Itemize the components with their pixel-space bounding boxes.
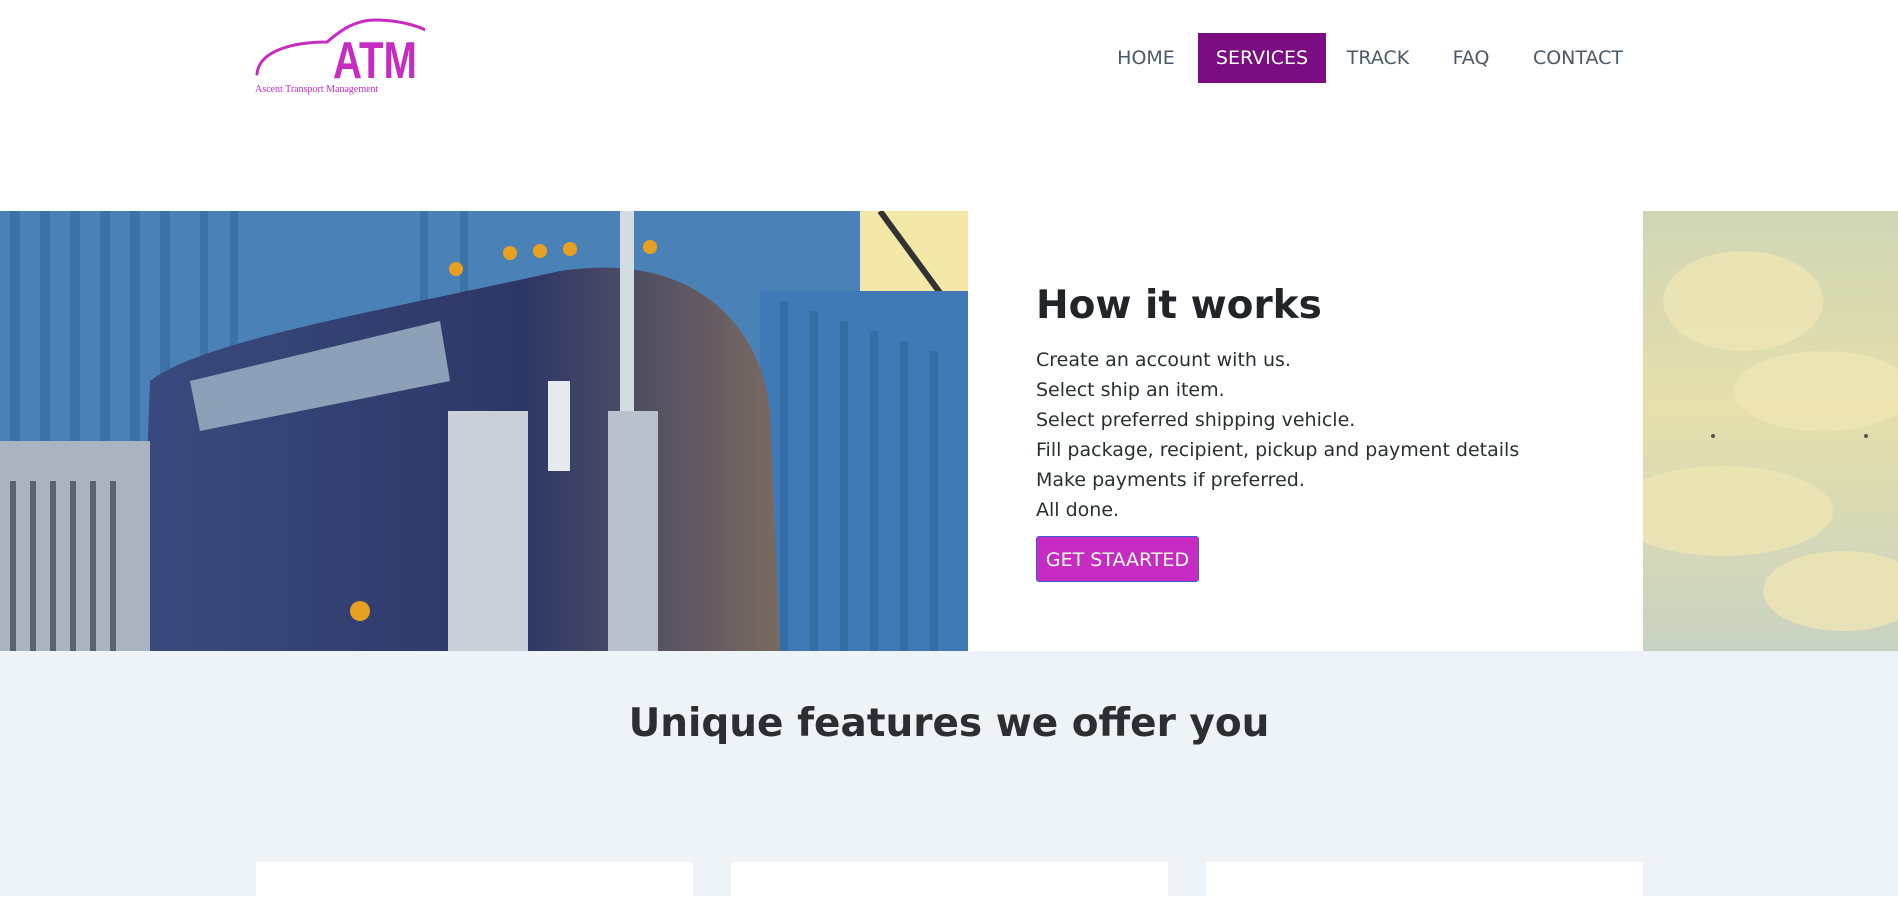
nav-services[interactable]: SERVICES [1198, 33, 1326, 83]
feature-card [256, 862, 693, 922]
how-it-works-section: How it works Create an account with us. … [0, 211, 1898, 651]
sky-photo [1643, 211, 1898, 651]
get-started-button[interactable]: GET STAARTED [1036, 536, 1199, 582]
step-item: Make payments if preferred. [1036, 469, 1305, 491]
nav-faq[interactable]: FAQ [1446, 33, 1496, 83]
feature-card [731, 862, 1168, 922]
nav-home[interactable]: HOME [1110, 33, 1182, 83]
how-it-works-content: How it works Create an account with us. … [1036, 281, 1596, 525]
step-item: Fill package, recipient, pickup and paym… [1036, 439, 1520, 461]
feature-card [1206, 862, 1643, 922]
step-item: Create an account with us. [1036, 349, 1291, 371]
steps-list: Create an account with us. Select ship a… [1036, 345, 1596, 525]
nav-track[interactable]: TRACK [1344, 33, 1412, 83]
features-title: Unique features we offer you [628, 701, 1270, 746]
how-it-works-title: How it works [1036, 283, 1322, 328]
step-item: Select ship an item. [1036, 379, 1225, 401]
nav-contact[interactable]: CONTACT [1530, 33, 1626, 83]
step-item: All done. [1036, 499, 1120, 521]
features-section: Unique features we offer you [0, 651, 1898, 922]
main-nav: HOME SERVICES TRACK FAQ CONTACT [0, 33, 1898, 83]
step-item: Select preferred shipping vehicle. [1036, 409, 1356, 431]
logo-tagline: Ascent Transport Management [255, 84, 379, 95]
truck-photo [0, 211, 968, 651]
